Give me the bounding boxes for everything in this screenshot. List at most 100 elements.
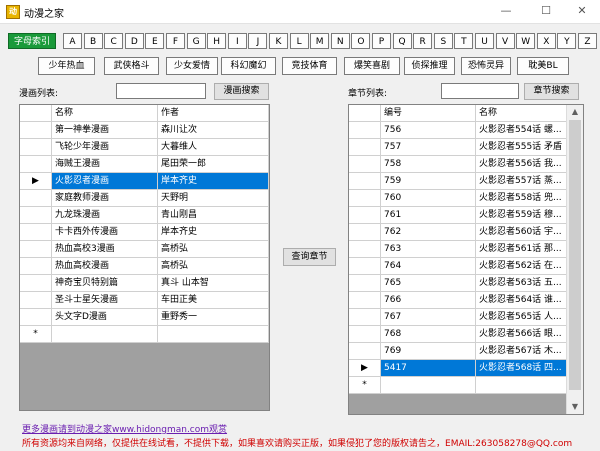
letter-button-c[interactable]: C (104, 33, 124, 49)
scroll-thumb[interactable] (569, 120, 581, 390)
letter-button-h[interactable]: H (207, 33, 227, 49)
letter-button-w[interactable]: W (516, 33, 536, 49)
row-header[interactable] (349, 139, 381, 156)
row-pointer-icon[interactable]: ▶ (349, 360, 381, 377)
category-button[interactable]: 科幻魔幻 (221, 57, 276, 75)
table-row[interactable]: 圣斗士星矢漫画 车田正美 (20, 292, 269, 309)
new-row-marker[interactable]: * (349, 377, 381, 394)
table-row[interactable]: 九龙珠漫画 青山刚昌 (20, 207, 269, 224)
table-row[interactable]: 765 火影忍者563话 五... (349, 275, 568, 292)
row-header[interactable] (20, 241, 52, 258)
letter-button-s[interactable]: S (433, 33, 453, 49)
maximize-button[interactable]: ☐ (532, 3, 560, 19)
table-row[interactable]: ▶ 5417 火影忍者568话 四... (349, 360, 568, 377)
row-header[interactable] (20, 190, 52, 207)
row-header[interactable] (20, 292, 52, 309)
row-header[interactable] (349, 309, 381, 326)
row-header[interactable] (20, 122, 52, 139)
table-row[interactable]: 761 火影忍者559话 穆... (349, 207, 568, 224)
table-row[interactable]: ▶ 火影忍者漫画 岸本齐史 (20, 173, 269, 190)
row-pointer-icon[interactable]: ▶ (20, 173, 52, 190)
letter-button-o[interactable]: O (351, 33, 371, 49)
table-row[interactable]: 769 火影忍者567话 木... (349, 343, 568, 360)
table-row[interactable]: 757 火影忍者555话 矛盾 (349, 139, 568, 156)
table-row[interactable]: 766 火影忍者564话 谁... (349, 292, 568, 309)
scroll-down-icon[interactable]: ▼ (567, 400, 583, 414)
table-row[interactable]: 神奇宝贝特别篇 真斗 山本智 (20, 275, 269, 292)
category-button[interactable]: 少女爱情 (166, 57, 218, 75)
category-button[interactable]: 竞技体育 (282, 57, 337, 75)
comic-search-input[interactable] (116, 83, 206, 99)
row-header[interactable] (20, 275, 52, 292)
row-header[interactable] (20, 258, 52, 275)
letter-button-d[interactable]: D (124, 33, 144, 49)
row-header[interactable] (349, 275, 381, 292)
letter-button-f[interactable]: F (166, 33, 185, 49)
row-header[interactable] (349, 207, 381, 224)
letter-button-m[interactable]: M (310, 33, 330, 49)
category-button[interactable]: 侦探推理 (404, 57, 455, 75)
letter-button-u[interactable]: U (475, 33, 494, 49)
category-button[interactable]: 少年热血 (38, 57, 95, 75)
letter-button-p[interactable]: P (372, 33, 391, 49)
table-row[interactable]: 758 火影忍者556话 我... (349, 156, 568, 173)
category-button[interactable]: 武侠格斗 (104, 57, 159, 75)
letter-button-i[interactable]: I (227, 33, 247, 49)
row-header[interactable] (349, 190, 381, 207)
row-header[interactable] (349, 156, 381, 173)
category-button[interactable]: 恐怖灵异 (461, 57, 511, 75)
letter-button-n[interactable]: N (330, 33, 350, 49)
row-header[interactable] (20, 156, 52, 173)
table-row[interactable]: 760 火影忍者558话 兜... (349, 190, 568, 207)
row-header[interactable] (20, 224, 52, 241)
table-row[interactable]: 热血高校漫画 高桥弘 (20, 258, 269, 275)
table-row[interactable]: 764 火影忍者562话 在... (349, 258, 568, 275)
row-header[interactable] (349, 326, 381, 343)
chapter-search-button[interactable]: 章节搜索 (524, 83, 579, 100)
vertical-scrollbar[interactable]: ▲ ▼ (566, 105, 583, 414)
letter-button-l[interactable]: L (289, 33, 309, 49)
alpha-index-button[interactable]: 字母索引 (8, 33, 56, 49)
row-header[interactable] (20, 309, 52, 326)
letter-button-g[interactable]: G (186, 33, 206, 49)
letter-button-b[interactable]: B (83, 33, 103, 49)
letter-button-y[interactable]: Y (557, 33, 577, 49)
letter-button-r[interactable]: R (413, 33, 433, 49)
close-button[interactable]: ✕ (568, 3, 596, 19)
table-row[interactable]: 头文字D漫画 重野秀一 (20, 309, 269, 326)
table-row[interactable]: 763 火影忍者561话 那... (349, 241, 568, 258)
table-row[interactable]: 家庭教师漫画 天野明 (20, 190, 269, 207)
comic-grid[interactable]: 名称 作者 第一神拳漫画 森川让次 飞轮少年漫画 大暮维人 海贼王漫画 尾田荣一郎 ▶ 火影忍者漫… (19, 104, 270, 411)
category-button[interactable]: 爆笑喜剧 (344, 57, 400, 75)
scroll-up-icon[interactable]: ▲ (567, 105, 583, 119)
row-header[interactable] (349, 122, 381, 139)
row-header[interactable] (349, 173, 381, 190)
query-chapters-button[interactable]: 查询章节 (283, 248, 336, 266)
chapter-search-input[interactable] (441, 83, 519, 99)
table-row[interactable]: 768 火影忍者566话 眼... (349, 326, 568, 343)
row-header[interactable] (349, 241, 381, 258)
table-row[interactable]: 飞轮少年漫画 大暮维人 (20, 139, 269, 156)
table-row[interactable]: 卡卡西外传漫画 岸本齐史 (20, 224, 269, 241)
chapter-grid[interactable]: 编号 名称 756 火影忍者554话 螺... 757 火影忍者555话 矛盾 758 火影忍… (348, 104, 584, 415)
table-row[interactable]: 767 火影忍者565话 人... (349, 309, 568, 326)
table-row[interactable]: 759 火影忍者557话 蒸... (349, 173, 568, 190)
letter-button-a[interactable]: A (63, 33, 82, 49)
table-row[interactable]: 756 火影忍者554话 螺... (349, 122, 568, 139)
letter-button-x[interactable]: X (536, 33, 556, 49)
table-row[interactable]: 海贼王漫画 尾田荣一郎 (20, 156, 269, 173)
row-header[interactable] (349, 292, 381, 309)
letter-button-e[interactable]: E (145, 33, 165, 49)
table-row[interactable]: 762 火影忍者560话 宇... (349, 224, 568, 241)
row-header[interactable] (349, 224, 381, 241)
category-button[interactable]: 耽美BL (517, 57, 569, 75)
letter-button-q[interactable]: Q (392, 33, 412, 49)
table-row[interactable]: 第一神拳漫画 森川让次 (20, 122, 269, 139)
letter-button-j[interactable]: J (248, 33, 268, 49)
letter-button-v[interactable]: V (495, 33, 515, 49)
comic-search-button[interactable]: 漫画搜索 (214, 83, 269, 100)
table-row[interactable]: 热血高校3漫画 高桥弘 (20, 241, 269, 258)
row-header[interactable] (349, 343, 381, 360)
minimize-button[interactable]: — (492, 3, 520, 19)
new-row-marker[interactable]: * (20, 326, 52, 343)
